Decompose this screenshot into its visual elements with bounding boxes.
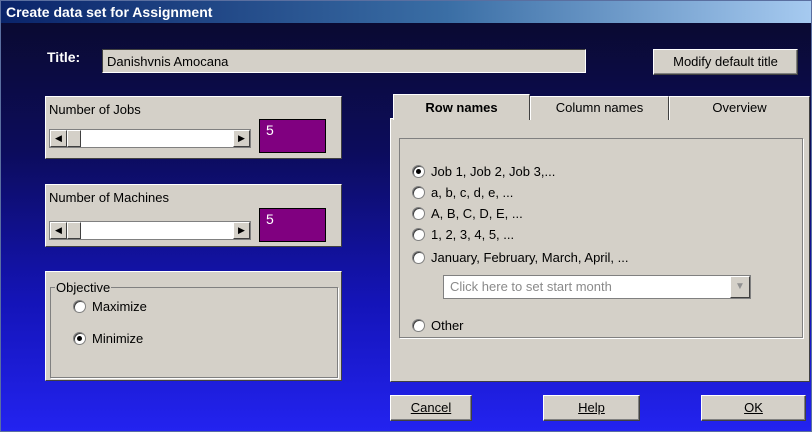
radio-button-selected-icon[interactable] bbox=[73, 332, 86, 346]
jobs-slider-thumb[interactable] bbox=[67, 130, 81, 147]
window-titlebar: Create data set for Assignment bbox=[1, 1, 811, 23]
radio-button-icon[interactable] bbox=[412, 186, 425, 200]
scroll-left-arrow-icon[interactable]: ◀ bbox=[50, 222, 67, 239]
objective-group: Objective bbox=[50, 280, 338, 378]
dialog-window: Create data set for Assignment Title: Mo… bbox=[0, 0, 812, 432]
cancel-button[interactable]: Cancel bbox=[390, 395, 472, 421]
chevron-down-icon[interactable]: ▼ bbox=[730, 276, 750, 298]
tab-row-names[interactable]: Row names bbox=[393, 94, 530, 120]
machines-slider-thumb[interactable] bbox=[67, 222, 81, 239]
row-option-label: 1, 2, 3, 4, 5, ... bbox=[431, 227, 515, 242]
row-option-label: A, B, C, D, E, ... bbox=[431, 206, 523, 221]
jobs-value: 5 bbox=[259, 119, 326, 153]
radio-maximize[interactable]: Maximize bbox=[73, 299, 147, 315]
row-option-other[interactable]: Other bbox=[412, 318, 464, 334]
machines-slider[interactable]: ◀ ▶ bbox=[49, 221, 251, 240]
jobs-slider[interactable]: ◀ ▶ bbox=[49, 129, 251, 148]
radio-button-icon[interactable] bbox=[73, 300, 86, 314]
ok-button[interactable]: OK bbox=[701, 395, 806, 421]
radio-button-selected-icon[interactable] bbox=[412, 165, 425, 179]
title-input[interactable] bbox=[102, 49, 586, 73]
help-label: Help bbox=[578, 400, 605, 415]
objective-panel: Objective Maximize Minimize bbox=[45, 271, 342, 381]
start-month-placeholder: Click here to set start month bbox=[450, 279, 612, 294]
jobs-label: Number of Jobs bbox=[49, 102, 141, 117]
modify-default-title-button[interactable]: Modify default title bbox=[653, 49, 798, 75]
tab-column-names[interactable]: Column names bbox=[530, 96, 669, 120]
minimize-label: Minimize bbox=[92, 331, 144, 346]
row-option-label: Other bbox=[431, 318, 464, 333]
row-option-label: a, b, c, d, e, ... bbox=[431, 185, 514, 200]
scroll-right-arrow-icon[interactable]: ▶ bbox=[233, 130, 250, 147]
radio-button-icon[interactable] bbox=[412, 207, 425, 221]
row-option-job[interactable]: Job 1, Job 2, Job 3,... bbox=[412, 164, 555, 180]
radio-minimize[interactable]: Minimize bbox=[73, 331, 143, 347]
machines-panel: Number of Machines ◀ ▶ 5 bbox=[45, 184, 342, 247]
title-label: Title: bbox=[47, 49, 81, 65]
start-month-select[interactable]: Click here to set start month ▼ bbox=[443, 275, 751, 299]
machines-label: Number of Machines bbox=[49, 190, 169, 205]
row-option-label: Job 1, Job 2, Job 3,... bbox=[431, 164, 556, 179]
scroll-left-arrow-icon[interactable]: ◀ bbox=[50, 130, 67, 147]
tab-content-panel: Job 1, Job 2, Job 3,... a, b, c, d, e, .… bbox=[390, 118, 810, 382]
radio-button-icon[interactable] bbox=[412, 228, 425, 242]
ok-label: OK bbox=[744, 400, 763, 415]
scroll-right-arrow-icon[interactable]: ▶ bbox=[233, 222, 250, 239]
row-option-numbers[interactable]: 1, 2, 3, 4, 5, ... bbox=[412, 227, 514, 243]
jobs-panel: Number of Jobs ◀ ▶ 5 bbox=[45, 96, 342, 159]
row-option-months[interactable]: January, February, March, April, ... bbox=[412, 250, 628, 266]
tab-overview[interactable]: Overview bbox=[669, 96, 810, 120]
help-button[interactable]: Help bbox=[543, 395, 640, 421]
row-option-label: January, February, March, April, ... bbox=[431, 250, 629, 265]
row-option-lowercase[interactable]: a, b, c, d, e, ... bbox=[412, 185, 513, 201]
row-option-uppercase[interactable]: A, B, C, D, E, ... bbox=[412, 206, 523, 222]
machines-value: 5 bbox=[259, 208, 326, 242]
radio-button-icon[interactable] bbox=[412, 319, 425, 333]
objective-legend: Objective bbox=[56, 280, 111, 295]
maximize-label: Maximize bbox=[92, 299, 147, 314]
radio-button-icon[interactable] bbox=[412, 251, 425, 265]
cancel-label: Cancel bbox=[410, 400, 452, 415]
